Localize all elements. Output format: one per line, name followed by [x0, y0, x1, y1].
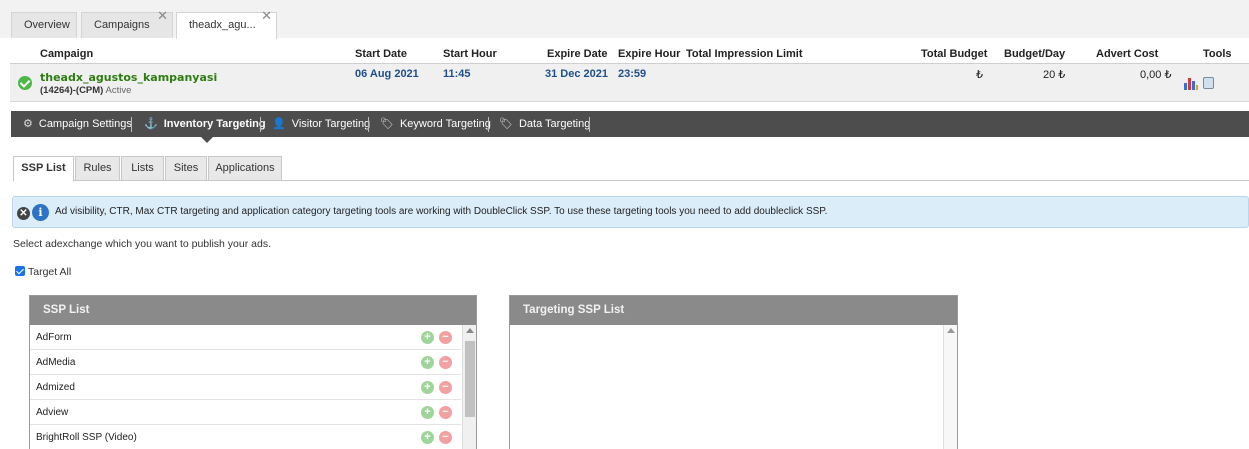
bar-chart-icon[interactable] — [1184, 78, 1198, 90]
nav-keyword-targeting[interactable]: 🏷 Keyword Targeting — [380, 111, 491, 137]
col-impression-limit[interactable]: Total Impression Limit — [686, 48, 803, 60]
status-active-icon — [18, 76, 32, 90]
add-icon[interactable]: + — [421, 381, 434, 394]
scroll-up-icon[interactable] — [947, 328, 955, 333]
inventory-sub-tabs: SSP List Rules Lists Sites Applications — [13, 156, 1249, 182]
target-all-label: Target All — [28, 266, 72, 278]
targeting-list-scrollbar[interactable] — [943, 325, 957, 449]
nav-data-targeting[interactable]: 🏷 Data Targeting — [499, 111, 590, 137]
info-icon: i — [32, 204, 49, 221]
ssp-name: Admized — [36, 382, 75, 393]
close-icon[interactable]: ✕ — [261, 9, 272, 23]
add-icon[interactable]: + — [421, 331, 434, 344]
col-total-budget[interactable]: Total Budget — [921, 48, 987, 60]
tab-lists[interactable]: Lists — [121, 156, 164, 181]
ssp-name: AdForm — [36, 332, 72, 343]
select-adexchange-note: Select adexchange which you want to publ… — [13, 238, 271, 250]
gear-icon: ⚙ — [23, 118, 33, 130]
ssp-name: BrightRoll SSP (Video) — [36, 432, 137, 443]
targeting-ssp-list-body — [510, 325, 957, 449]
close-icon[interactable]: ✕ — [17, 207, 30, 220]
campaign-row[interactable]: theadx_agustos_kampanyasi (14264)-(CPM) … — [10, 64, 1249, 102]
nav-visitor-targeting-label: Visitor Targeting — [291, 118, 371, 130]
info-text: Ad visibility, CTR, Max CTR targeting an… — [55, 206, 828, 217]
nav-inventory-targeting-label: Inventory Targeting — [163, 118, 266, 130]
user-icon: 👤 — [272, 118, 286, 130]
targeting-ssp-list-panel: Targeting SSP List — [509, 295, 958, 449]
col-campaign[interactable]: Campaign — [40, 48, 93, 60]
nav-data-targeting-label: Data Targeting — [518, 118, 591, 130]
list-item[interactable]: BrightRoll SSP (Video) + − — [30, 425, 461, 449]
campaign-start-date: 06 Aug 2021 — [355, 68, 419, 80]
tab-ssp-list[interactable]: SSP List — [13, 156, 74, 182]
info-banner: ✕ i Ad visibility, CTR, Max CTR targetin… — [12, 196, 1249, 228]
tab-applications[interactable]: Applications — [208, 156, 282, 181]
top-tab-bar: Overview Campaigns ✕ theadx_agu... ✕ — [0, 0, 1249, 39]
col-tools: Tools — [1203, 48, 1232, 60]
targeting-nav: ⚙ Campaign Settings ⚓ Inventory Targeting … — [11, 111, 1249, 137]
active-nav-pointer — [201, 137, 213, 143]
tab-campaign-detail-label: theadx_agu... — [189, 19, 256, 31]
tab-campaign-detail[interactable]: theadx_agu... ✕ — [176, 9, 277, 39]
col-budget-day[interactable]: Budget/Day — [1004, 48, 1065, 60]
list-item[interactable]: Adview + − — [30, 400, 461, 425]
campaign-table-header: Campaign Start Date Start Hour Expire Da… — [10, 44, 1249, 64]
targeting-ssp-list-title: Targeting SSP List — [510, 296, 957, 325]
campaign-advert-cost: 0,00 ₺ — [1140, 69, 1172, 81]
col-expire-date[interactable]: Expire Date — [547, 48, 608, 60]
ssp-list-panel: SSP List AdForm + − AdMedia + − Admized … — [29, 295, 477, 449]
campaign-budget-day: 20 ₺ — [1043, 69, 1066, 81]
remove-icon[interactable]: − — [439, 381, 452, 394]
add-icon[interactable]: + — [421, 431, 434, 444]
nav-keyword-targeting-label: Keyword Targeting — [399, 118, 491, 130]
campaign-subline: (14264)-(CPM) Active — [40, 85, 131, 96]
col-advert-cost[interactable]: Advert Cost — [1096, 48, 1158, 60]
ssp-list-body: AdForm + − AdMedia + − Admized + − Advie… — [30, 325, 476, 449]
tab-sites[interactable]: Sites — [165, 156, 207, 181]
remove-icon[interactable]: − — [439, 331, 452, 344]
col-start-hour[interactable]: Start Hour — [443, 48, 497, 60]
nav-visitor-targeting[interactable]: 👤 Visitor Targeting — [272, 111, 370, 137]
tab-overview-label: Overview — [24, 19, 70, 31]
scroll-thumb[interactable] — [465, 341, 475, 417]
nav-inventory-targeting[interactable]: ⚓ Inventory Targeting — [144, 111, 266, 137]
nav-campaign-settings[interactable]: ⚙ Campaign Settings — [23, 111, 132, 137]
col-start-date[interactable]: Start Date — [355, 48, 407, 60]
nav-campaign-settings-label: Campaign Settings — [38, 118, 132, 130]
campaign-status: Active — [105, 85, 132, 96]
remove-icon[interactable]: − — [439, 431, 452, 444]
checkbox-checked-icon[interactable] — [15, 266, 25, 276]
campaign-name-link[interactable]: theadx_agustos_kampanyasi — [40, 71, 217, 84]
add-icon[interactable]: + — [421, 356, 434, 369]
list-item[interactable]: AdMedia + − — [30, 350, 461, 375]
add-icon[interactable]: + — [421, 406, 434, 419]
tag-icon: 🏷 — [380, 118, 394, 130]
list-item[interactable]: Admized + − — [30, 375, 461, 400]
scroll-up-icon[interactable] — [466, 328, 474, 333]
tab-overview[interactable]: Overview — [11, 12, 77, 38]
campaign-total-budget: ₺ — [976, 69, 983, 81]
target-all-checkbox[interactable]: Target All — [15, 266, 71, 278]
tab-rules[interactable]: Rules — [75, 156, 120, 181]
anchor-icon: ⚓ — [144, 118, 158, 130]
ssp-list-title: SSP List — [30, 296, 476, 325]
ssp-name: Adview — [36, 407, 69, 418]
close-icon[interactable]: ✕ — [157, 9, 168, 23]
campaign-start-hour: 11:45 — [443, 68, 471, 80]
tab-campaigns-label: Campaigns — [94, 19, 150, 31]
ssp-list-scrollbar[interactable] — [462, 325, 476, 449]
tag-icon: 🏷 — [499, 118, 513, 130]
campaign-expire-date: 31 Dec 2021 — [545, 68, 608, 80]
copy-icon[interactable] — [1203, 77, 1214, 89]
remove-icon[interactable]: − — [439, 406, 452, 419]
campaign-expire-hour: 23:59 — [618, 68, 647, 80]
tab-campaigns[interactable]: Campaigns ✕ — [81, 9, 173, 38]
campaign-id-model: (14264)-(CPM) — [40, 85, 104, 96]
list-item[interactable]: AdForm + − — [30, 325, 461, 350]
col-expire-hour[interactable]: Expire Hour — [618, 48, 680, 60]
remove-icon[interactable]: − — [439, 356, 452, 369]
ssp-name: AdMedia — [36, 357, 76, 368]
